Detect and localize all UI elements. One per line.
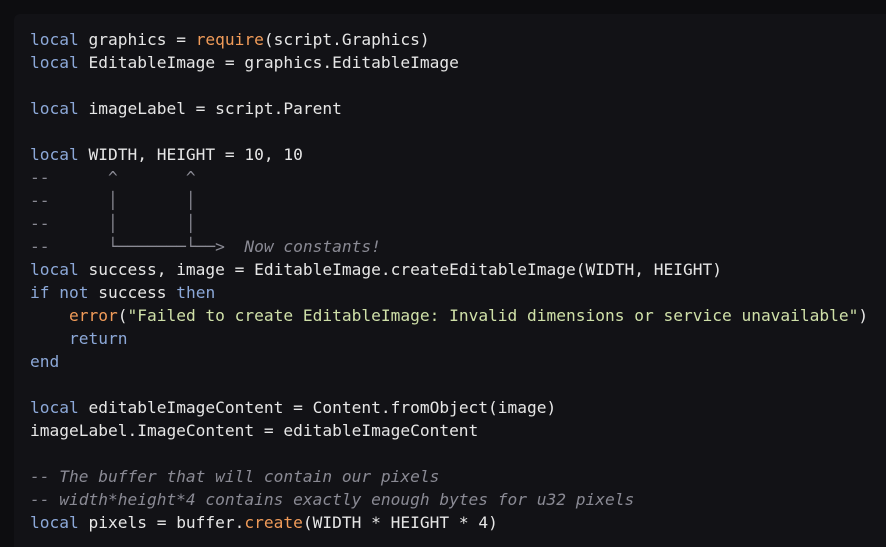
code-line: end bbox=[30, 350, 886, 373]
code-token: not bbox=[59, 283, 89, 302]
code-line: local EditableImage = graphics.EditableI… bbox=[30, 51, 886, 74]
code-line: -- │ │ bbox=[30, 189, 886, 212]
code-token: -- width*height*4 contains exactly enoug… bbox=[30, 490, 635, 509]
code-token: success, image = EditableImage.createEdi… bbox=[78, 260, 722, 279]
code-token: WIDTH, HEIGHT = 10, 10 bbox=[78, 145, 303, 164]
code-editor[interactable]: local graphics = require(script.Graphics… bbox=[14, 14, 886, 547]
code-token: local bbox=[30, 99, 79, 118]
code-token: ) bbox=[858, 306, 869, 325]
code-token: ( bbox=[117, 306, 128, 325]
code-token: local bbox=[30, 398, 79, 417]
code-token: require bbox=[195, 30, 264, 49]
code-token: imageLabel = script.Parent bbox=[78, 99, 342, 118]
code-line: error("Failed to create EditableImage: I… bbox=[30, 304, 886, 327]
code-line: -- │ │ bbox=[30, 212, 886, 235]
code-token: editableImageContent = Content.fromObjec… bbox=[78, 398, 557, 417]
code-line: if not success then bbox=[30, 281, 886, 304]
code-line: local imageLabel = script.Parent bbox=[30, 97, 886, 120]
code-token: local bbox=[30, 30, 79, 49]
code-token: -- │ │ bbox=[30, 191, 196, 210]
code-line: -- width*height*4 contains exactly enoug… bbox=[30, 488, 886, 511]
code-token: -- ^ ^ bbox=[30, 168, 196, 187]
code-line: -- The buffer that will contain our pixe… bbox=[30, 465, 886, 488]
code-line: local graphics = require(script.Graphics… bbox=[30, 28, 886, 51]
code-line: local WIDTH, HEIGHT = 10, 10 bbox=[30, 143, 886, 166]
code-token: success bbox=[88, 283, 177, 302]
code-token: graphics = bbox=[78, 30, 196, 49]
code-token: error bbox=[68, 306, 118, 325]
code-token: local bbox=[30, 513, 79, 532]
code-line: local editableImageContent = Content.fro… bbox=[30, 396, 886, 419]
code-line: imageLabel.ImageContent = editableImageC… bbox=[30, 419, 886, 442]
code-token: create bbox=[244, 513, 303, 532]
code-token: -- │ │ bbox=[30, 214, 196, 233]
code-token: local bbox=[30, 145, 79, 164]
code-token: EditableImage = graphics.EditableImage bbox=[78, 53, 459, 72]
code-token: -- The buffer that will contain our pixe… bbox=[30, 467, 440, 486]
code-token: if bbox=[30, 283, 50, 302]
code-token: end bbox=[30, 352, 60, 371]
code-token: pixels = buffer. bbox=[78, 513, 245, 532]
code-token: (script.Graphics) bbox=[263, 30, 430, 49]
code-token: imageLabel.ImageContent = editableImageC… bbox=[30, 421, 479, 440]
code-token: (WIDTH * HEIGHT * 4) bbox=[302, 513, 498, 532]
code-line: local success, image = EditableImage.cre… bbox=[30, 258, 886, 281]
code-line: return bbox=[30, 327, 886, 350]
code-token: Now constants! bbox=[244, 237, 381, 256]
code-token: local bbox=[30, 53, 79, 72]
code-block[interactable]: local graphics = require(script.Graphics… bbox=[30, 28, 886, 534]
code-line: -- ^ ^ bbox=[30, 166, 886, 189]
code-line: -- └───────└──> Now constants! bbox=[30, 235, 886, 258]
code-token: -- └───────└──> bbox=[30, 237, 245, 256]
code-token: local bbox=[30, 260, 79, 279]
code-token: then bbox=[176, 283, 216, 302]
code-line: local pixels = buffer.create(WIDTH * HEI… bbox=[30, 511, 886, 534]
code-token: return bbox=[68, 329, 128, 348]
code-token: "Failed to create EditableImage: Invalid… bbox=[127, 306, 859, 325]
